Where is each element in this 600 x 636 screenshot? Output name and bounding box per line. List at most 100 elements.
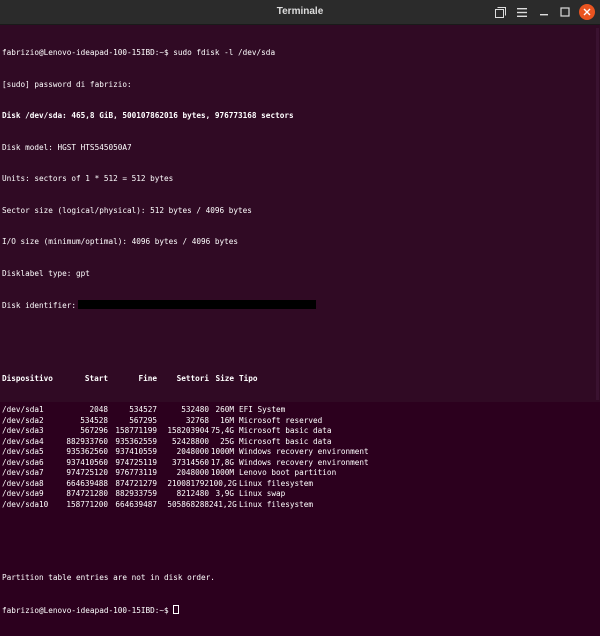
disk-summary-line: Disk /dev/sda: 465,8 GiB, 500107862016 b… xyxy=(2,111,294,120)
partition-end-cell: 935362559 xyxy=(115,436,157,446)
partition-sectors-cell: 52428800 xyxy=(171,436,209,446)
partition-size-cell: 260M xyxy=(215,405,234,414)
partition-row: /dev/sda8 664639488 874721279 210081792 100,… xyxy=(2,479,594,490)
menu-icon xyxy=(517,7,527,17)
partition-size-cell: 241,2G xyxy=(209,499,237,509)
partition-device-cell: /dev/sda7 xyxy=(2,468,44,477)
partition-start-cell: 937410560 xyxy=(66,457,108,467)
partition-size-cell: 100,2G xyxy=(209,478,237,488)
partition-end-cell: 974725119 xyxy=(115,457,157,467)
maximize-button[interactable] xyxy=(557,4,573,20)
partition-size-cell: 17,8G xyxy=(210,457,234,467)
partition-sectors-cell: 2048000 xyxy=(176,447,209,456)
close-button[interactable] xyxy=(579,4,595,20)
partition-type-cell: Linux filesystem xyxy=(239,499,314,509)
header-start: Start xyxy=(84,373,108,383)
partition-order-note: Partition table entries are not in disk … xyxy=(2,573,215,582)
header-size: Size xyxy=(215,373,234,383)
partition-start-cell: 2048 xyxy=(89,405,108,414)
partition-type-cell: Microsoft reserved xyxy=(239,415,323,425)
partition-size-cell: 1000M xyxy=(210,447,234,456)
partition-end-cell: 158771199 xyxy=(115,426,157,435)
partition-start-cell: 874721280 xyxy=(66,489,108,498)
partition-start-cell: 534528 xyxy=(80,415,108,425)
shell-prompt: fabrizio@Lenovo-ideapad-100-15IBD:~$ xyxy=(2,605,174,615)
disk-model-line: Disk model: HGST HTS545050A7 xyxy=(2,142,132,152)
partition-device-cell: /dev/sda6 xyxy=(2,457,44,467)
partition-device-cell: /dev/sda2 xyxy=(2,415,44,425)
partition-type-cell: EFI System xyxy=(239,405,286,414)
partition-type-cell: Windows recovery environment xyxy=(239,447,369,456)
partition-type-cell: Windows recovery environment xyxy=(239,457,369,467)
minimize-icon xyxy=(540,14,548,16)
partition-type-cell: Linux swap xyxy=(239,489,286,498)
partition-end-cell: 976773119 xyxy=(115,468,157,477)
partition-sectors-cell: 32768 xyxy=(185,415,209,425)
partition-type-cell: Microsoft basic data xyxy=(239,426,332,435)
partition-size-cell: 1000M xyxy=(210,468,234,477)
partition-row: /dev/sda7 974725120 976773119 2048000 1000M L… xyxy=(2,468,594,479)
command-prompt-line: fabrizio@Lenovo-ideapad-100-15IBD:~$ sud… xyxy=(2,48,276,57)
partition-row: /dev/sda1 2048 534527 532480 260M EFI System xyxy=(2,405,594,416)
partition-device-cell: /dev/sda10 xyxy=(2,499,49,509)
redacted-identifier xyxy=(78,300,317,309)
header-device: Dispositivo xyxy=(2,373,53,383)
partition-start-cell: 158771200 xyxy=(66,499,108,509)
partition-sectors-cell: 37314560 xyxy=(171,457,209,467)
header-type: Tipo xyxy=(239,373,258,383)
current-prompt-line[interactable]: fabrizio@Lenovo-ideapad-100-15IBD:~$ xyxy=(2,604,594,616)
partition-type-cell: Lenovo boot partition xyxy=(239,468,337,477)
disk-identifier-line: Disk identifier: xyxy=(2,300,594,311)
menu-button[interactable] xyxy=(514,4,530,20)
partition-sectors-cell: 532480 xyxy=(181,405,209,414)
partition-device-cell: /dev/sda3 xyxy=(2,426,44,435)
header-end: Fine xyxy=(138,373,157,383)
partition-size-cell: 16M xyxy=(220,415,234,425)
new-tab-icon xyxy=(494,6,506,18)
minimize-button[interactable] xyxy=(536,4,552,20)
partition-row: /dev/sda6 937410560 974725119 37314560 17,8G… xyxy=(2,458,594,469)
partition-end-cell: 664639487 xyxy=(115,499,157,509)
partition-row: /dev/sda9 874721280 882933759 8212480 3,9G Li… xyxy=(2,489,594,500)
close-icon xyxy=(583,8,591,16)
partition-sectors-cell: 158203904 xyxy=(167,426,209,435)
sudo-password-line: [sudo] password di fabrizio: xyxy=(2,79,132,89)
partition-end-cell: 534527 xyxy=(129,405,157,414)
partition-end-cell: 567295 xyxy=(129,415,157,425)
partition-row: /dev/sda4 882933760 935362559 52428800 25G Mi… xyxy=(2,437,594,448)
partition-table-rows: /dev/sda1 2048 534527 532480 260M EFI System /… xyxy=(2,405,594,510)
partition-sectors-cell: 2048000 xyxy=(176,468,209,477)
partition-sectors-cell: 505868288 xyxy=(167,499,209,509)
partition-device-cell: /dev/sda8 xyxy=(2,478,44,488)
terminal-window: Terminale fabrizio@Lenovo-ideapad-100-15… xyxy=(0,0,600,615)
partition-start-cell: 567296 xyxy=(80,426,108,435)
header-sectors: Settori xyxy=(176,373,209,383)
partition-table-header: Dispositivo Start Fine Settori Size Tipo xyxy=(2,374,594,385)
maximize-icon xyxy=(560,7,570,17)
terminal-cursor[interactable] xyxy=(173,604,180,614)
partition-device-cell: /dev/sda5 xyxy=(2,447,44,456)
partition-row: /dev/sda10 158771200 664639487 505868288 241… xyxy=(2,500,594,511)
partition-row: /dev/sda2 534528 567295 32768 16M Microsoft r… xyxy=(2,416,594,427)
partition-start-cell: 664639488 xyxy=(66,478,108,488)
units-line: Units: sectors of 1 * 512 = 512 bytes xyxy=(2,174,174,183)
io-size-line: I/O size (minimum/optimal): 4096 bytes /… xyxy=(2,237,239,246)
terminal-output[interactable]: fabrizio@Lenovo-ideapad-100-15IBD:~$ sud… xyxy=(2,27,594,615)
partition-type-cell: Linux filesystem xyxy=(239,478,314,488)
partition-size-cell: 75,4G xyxy=(210,426,234,435)
partition-start-cell: 882933760 xyxy=(66,436,108,446)
sector-size-line: Sector size (logical/physical): 512 byte… xyxy=(2,205,252,215)
terminal-scrollbar[interactable] xyxy=(596,28,599,400)
partition-end-cell: 882933759 xyxy=(115,489,157,498)
partition-row: /dev/sda3 567296 158771199 158203904 75,4G Mi… xyxy=(2,426,594,437)
disk-identifier-label: Disk identifier: xyxy=(2,301,77,310)
partition-end-cell: 874721279 xyxy=(115,478,157,488)
window-title: Terminale xyxy=(276,6,324,17)
partition-device-cell: /dev/sda4 xyxy=(2,436,44,446)
new-tab-button[interactable] xyxy=(492,4,508,20)
partition-device-cell: /dev/sda1 xyxy=(2,405,44,414)
disklabel-line: Disklabel type: gpt xyxy=(2,268,90,278)
title-bar[interactable]: Terminale xyxy=(0,0,600,25)
